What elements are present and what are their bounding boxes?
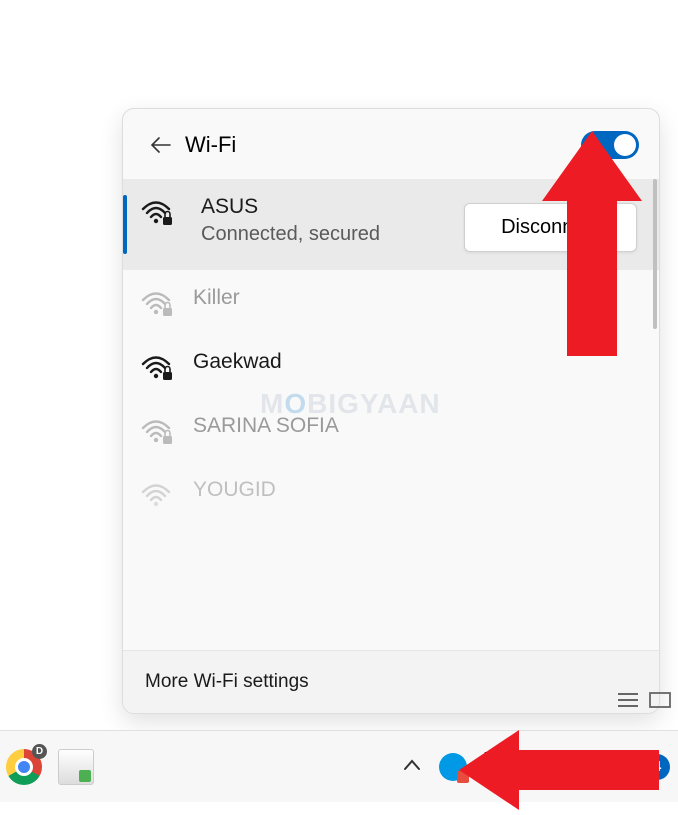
wifi-secured-icon xyxy=(141,418,175,446)
network-item[interactable]: Gaekwad xyxy=(123,334,659,398)
language-indicator[interactable]: ENG IN xyxy=(475,745,524,789)
toggle-knob xyxy=(614,134,636,156)
window-edge-icons xyxy=(616,690,672,710)
wifi-secured-icon xyxy=(141,354,175,382)
wifi-tray-icon xyxy=(547,758,569,776)
wifi-secured-icon xyxy=(141,290,175,318)
wifi-toggle[interactable] xyxy=(581,131,639,159)
volume-tray-icon xyxy=(577,758,597,776)
network-ssid: Gaekwad xyxy=(193,350,641,374)
lang-line1: ENG xyxy=(483,749,516,767)
network-ssid: Killer xyxy=(193,286,641,310)
chrome-profile-badge: D xyxy=(32,744,47,759)
panel-header: Wi-Fi xyxy=(123,109,659,179)
devices-app-icon[interactable] xyxy=(56,747,96,787)
back-button[interactable] xyxy=(143,127,179,163)
network-ssid: YOUGID xyxy=(193,478,641,502)
wifi-secured-icon xyxy=(141,482,175,510)
network-item[interactable]: Killer xyxy=(123,270,659,334)
wifi-quick-panel: Wi-Fi ASUS Connected, secured Disconnect… xyxy=(122,108,660,714)
wifi-secured-icon xyxy=(141,199,175,227)
taskbar-pinned-apps: D xyxy=(0,747,96,787)
battery-tray-icon xyxy=(605,757,621,777)
disconnect-button[interactable]: Disconnect xyxy=(464,203,637,252)
list-icon[interactable] xyxy=(616,690,640,710)
network-item-connected[interactable]: ASUS Connected, secured Disconnect xyxy=(123,179,659,270)
scrollbar[interactable] xyxy=(653,179,657,329)
security-tray-icon[interactable] xyxy=(439,753,467,781)
panel-title: Wi-Fi xyxy=(185,132,236,158)
notification-count-badge[interactable]: 4 xyxy=(644,754,670,780)
lang-line2: IN xyxy=(483,767,516,785)
more-wifi-settings-link[interactable]: More Wi-Fi settings xyxy=(123,650,659,713)
chrome-app-icon[interactable]: D xyxy=(4,747,44,787)
system-tray: ENG IN 4 xyxy=(393,745,678,789)
tray-overflow-chevron-icon[interactable] xyxy=(393,752,431,782)
network-ssid: SARINA SOFIA xyxy=(193,414,641,438)
network-item[interactable]: YOUGID xyxy=(123,462,659,526)
taskbar: D ENG IN 4 xyxy=(0,730,678,802)
quick-settings-button[interactable] xyxy=(536,750,632,784)
back-arrow-icon xyxy=(151,137,171,153)
network-item[interactable]: SARINA SOFIA xyxy=(123,398,659,462)
network-list[interactable]: ASUS Connected, secured Disconnect Kille… xyxy=(123,179,659,639)
window-icon[interactable] xyxy=(648,690,672,710)
